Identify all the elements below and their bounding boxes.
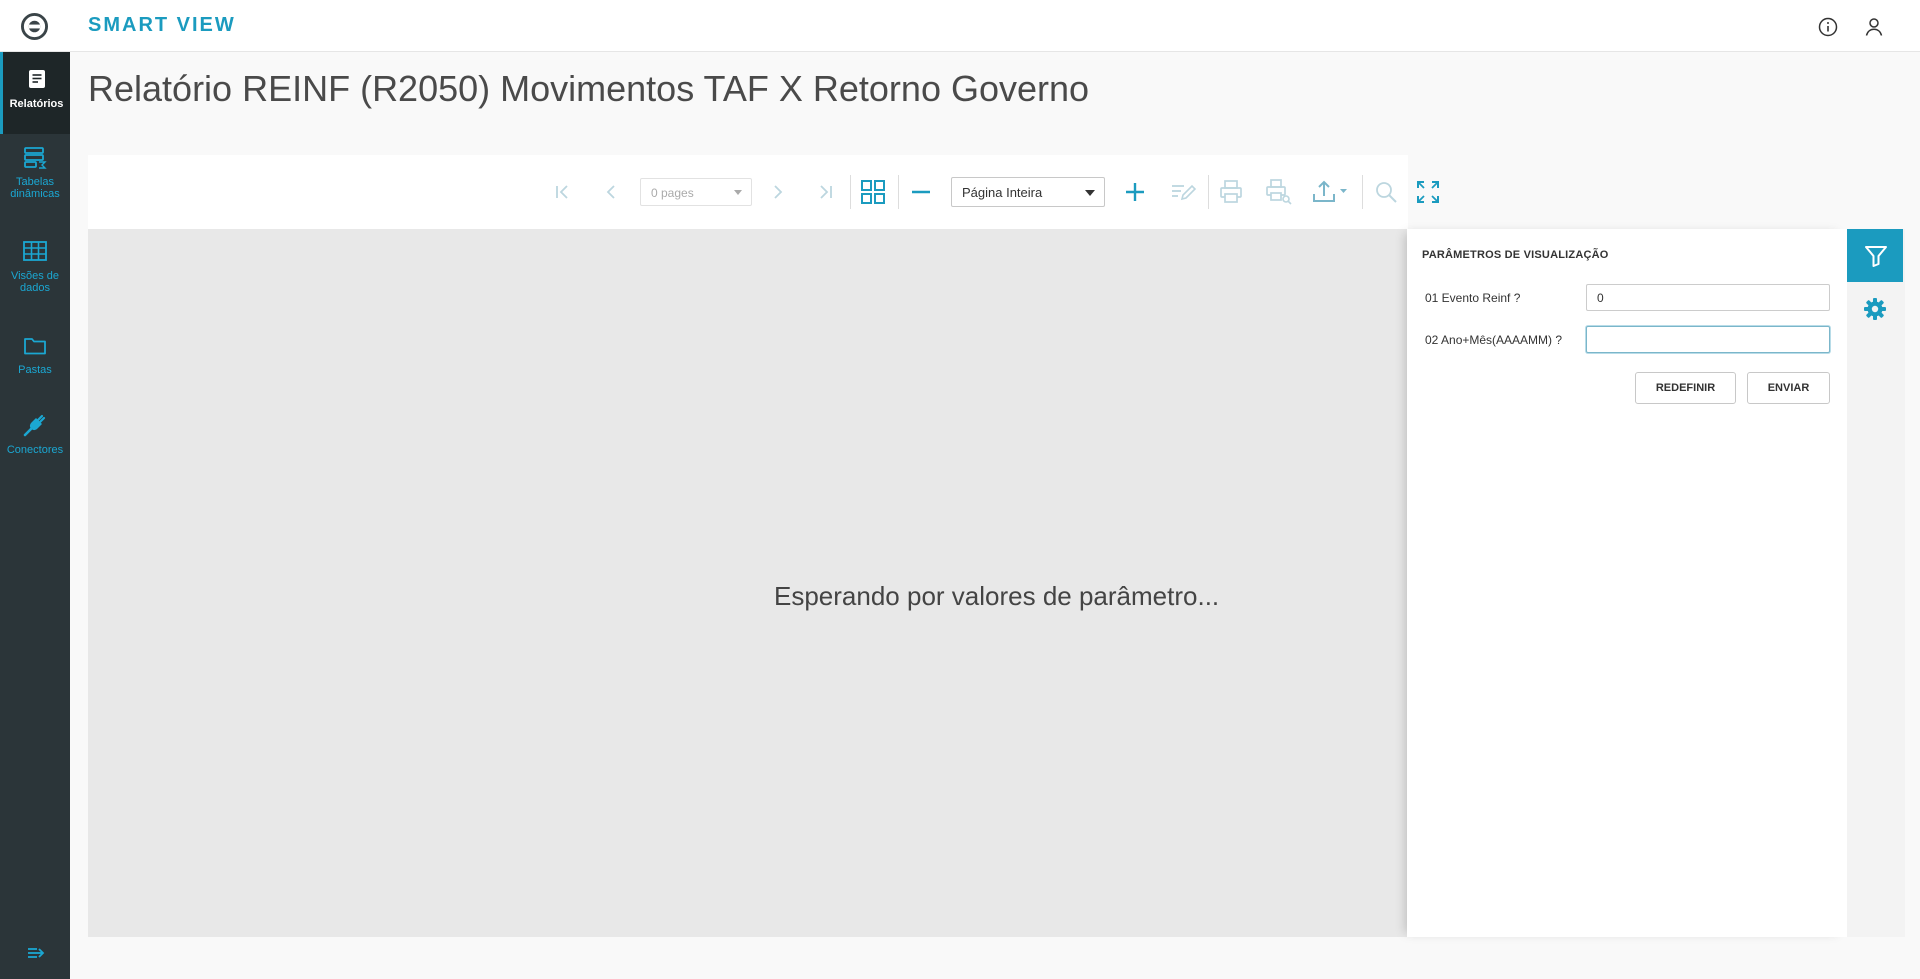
edit-button[interactable] <box>1168 177 1198 207</box>
pages-select[interactable]: 0 pages <box>640 178 752 206</box>
sidebar-item-label: Tabelas dinâmicas <box>10 176 60 200</box>
chevron-left-icon <box>606 185 615 199</box>
zoom-out-button[interactable] <box>906 177 936 207</box>
info-icon[interactable] <box>1816 15 1840 39</box>
sidebar-item-label: Conectores <box>6 444 64 456</box>
zoom-in-button[interactable] <box>1120 177 1150 207</box>
plus-icon <box>1126 183 1144 201</box>
printer-icon <box>1220 180 1242 203</box>
app-brand: SMART VIEW <box>88 14 236 36</box>
caret-down-icon <box>1085 190 1095 196</box>
evento-reinf-input[interactable] <box>1586 284 1830 311</box>
right-rail <box>1847 229 1905 937</box>
sidebar-item-label: Relatórios <box>9 98 64 110</box>
print-button[interactable] <box>1216 177 1246 207</box>
search-icon <box>1376 182 1397 203</box>
toolbar-divider <box>1208 175 1209 209</box>
app-logo-icon[interactable] <box>21 13 48 40</box>
ano-mes-input[interactable] <box>1586 326 1830 353</box>
parameters-title: PARÂMETROS DE VISUALIZAÇÃO <box>1422 249 1609 261</box>
parameters-panel: PARÂMETROS DE VISUALIZAÇÃO 01 Evento Rei… <box>1407 229 1847 937</box>
sidebar: Relatórios Tabelas dinâmicas Visões de d… <box>0 52 70 979</box>
last-page-icon <box>820 185 832 199</box>
export-button[interactable] <box>1310 177 1354 207</box>
upload-export-icon <box>1313 180 1347 202</box>
chevron-right-icon <box>774 185 783 199</box>
zoom-select-value: Página Inteira <box>962 185 1043 200</box>
zoom-select[interactable]: Página Inteira <box>951 177 1105 207</box>
last-page-button[interactable] <box>810 177 840 207</box>
user-icon[interactable] <box>1862 15 1886 39</box>
gear-icon[interactable] <box>1862 296 1888 322</box>
top-header: SMART VIEW <box>0 0 1920 52</box>
reset-button[interactable]: REDEFINIR <box>1635 372 1736 404</box>
fullscreen-icon <box>1417 181 1439 203</box>
pages-select-value: 0 pages <box>651 186 694 200</box>
report-viewer: Esperando por valores de parâmetro... <box>88 229 1408 937</box>
collapse-sidebar-icon[interactable] <box>25 942 47 964</box>
next-page-button[interactable] <box>763 177 793 207</box>
sidebar-item-pastas[interactable]: Pastas <box>0 332 70 404</box>
fullscreen-button[interactable] <box>1413 177 1443 207</box>
submit-button[interactable]: ENVIAR <box>1747 372 1830 404</box>
print-preview-icon <box>1266 179 1292 205</box>
toolbar-divider <box>898 175 899 209</box>
search-button[interactable] <box>1371 177 1401 207</box>
toolbar-divider <box>1362 175 1363 209</box>
sidebar-item-tabelas[interactable]: Tabelas dinâmicas <box>0 144 70 226</box>
page-title: Relatório REINF (R2050) Movimentos TAF X… <box>88 68 1090 109</box>
edit-report-icon <box>1172 184 1197 201</box>
thumbnails-button[interactable] <box>858 177 888 207</box>
thumbnails-icon <box>861 180 885 204</box>
plug-icon <box>23 414 46 437</box>
first-page-icon <box>556 185 568 199</box>
report-icon <box>28 70 45 88</box>
report-toolbar: 0 pages Página Inteira <box>88 155 1439 229</box>
filter-icon <box>1865 246 1887 267</box>
sidebar-item-relatorios[interactable]: Relatórios <box>0 52 70 134</box>
pivot-table-icon <box>24 147 47 169</box>
waiting-message: Esperando por valores de parâmetro... <box>774 581 1220 611</box>
print-preview-button[interactable] <box>1263 177 1293 207</box>
minus-icon <box>912 190 930 194</box>
sidebar-item-label: Pastas <box>18 364 52 376</box>
grid-table-icon <box>23 241 47 261</box>
filter-tab[interactable] <box>1847 229 1903 282</box>
param-label: 01 Evento Reinf ? <box>1425 291 1521 305</box>
param-label: 02 Ano+Mês(AAAAMM) ? <box>1425 333 1563 347</box>
toolbar-divider <box>850 175 851 209</box>
folder-icon <box>24 338 46 355</box>
sidebar-item-label: Visões de dados <box>10 270 60 294</box>
sidebar-item-visoes[interactable]: Visões de dados <box>0 238 70 320</box>
prev-page-button[interactable] <box>596 177 626 207</box>
first-page-button[interactable] <box>548 177 578 207</box>
caret-down-icon <box>734 190 742 195</box>
sidebar-item-conectores[interactable]: Conectores <box>0 412 70 484</box>
